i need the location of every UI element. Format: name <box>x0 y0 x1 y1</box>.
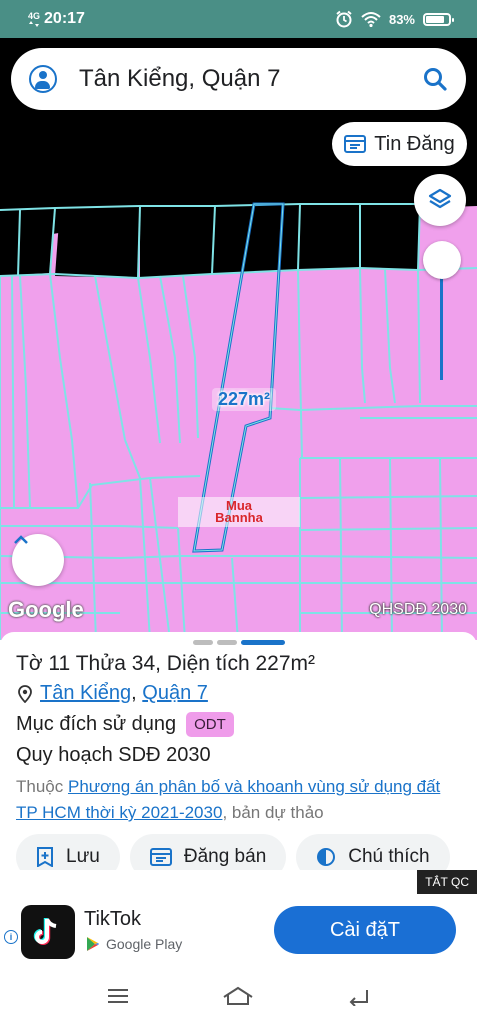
parcel-info-sheet[interactable]: Tờ 11 Thửa 34, Diện tích 227m² Tân Kiểng… <box>0 632 477 894</box>
watermark-line2: Bannha <box>215 510 263 525</box>
tin-dang-button[interactable]: Tin Đăng <box>332 122 467 166</box>
listing-icon <box>344 135 367 153</box>
close-ad-button[interactable]: TẮT QC <box>417 870 477 894</box>
purpose-row: Mục đích sử dụng ODT <box>16 712 234 737</box>
system-nav-bar <box>0 968 477 1024</box>
map-layer-label: QHSDĐ 2030 <box>369 601 467 618</box>
listing-icon <box>149 848 172 866</box>
ward-link[interactable]: Tân Kiểng <box>40 682 131 704</box>
back-icon[interactable] <box>347 986 371 1006</box>
install-button[interactable]: Cài đặT <box>274 906 456 954</box>
signal-arrows-icon <box>29 20 39 27</box>
land-use-badge: ODT <box>186 712 234 737</box>
status-bar: 4G 20:17 83% <box>0 0 477 38</box>
menu-icon[interactable] <box>106 987 130 1005</box>
google-play-icon <box>87 937 99 951</box>
ad-store: Google Play <box>86 936 182 952</box>
plan-source-suffix: , bản dự thảo <box>222 803 324 822</box>
parcel-area-label: 227m² <box>212 388 277 411</box>
account-icon[interactable] <box>29 65 57 93</box>
tiktok-logo <box>21 905 75 959</box>
battery-percent: 83% <box>388 11 415 27</box>
save-label: Lưu <box>66 846 100 867</box>
search-query[interactable]: Tân Kiểng, Quận 7 <box>79 65 422 93</box>
plan-title: Quy hoạch SDĐ 2030 <box>16 744 211 766</box>
parcel-title: Tờ 11 Thửa 34, Diện tích 227m² <box>16 652 316 675</box>
ad-info-icon[interactable]: i <box>4 930 18 944</box>
clock: 20:17 <box>44 10 85 27</box>
ad-banner[interactable]: TẮT QC i TikTok Google Play Cài đặT <box>0 870 477 968</box>
location-row: Tân Kiểng, Quận 7 <box>18 682 208 705</box>
post-listing-label: Đăng bán <box>183 846 267 867</box>
network-indicator: 4G <box>28 10 41 27</box>
chevron-up-icon <box>14 535 28 544</box>
ad-app-name: TikTok <box>84 908 142 930</box>
network-label: 4G <box>28 10 41 21</box>
location-pin-icon <box>18 684 32 703</box>
expand-up-button[interactable] <box>12 534 64 586</box>
alarm-icon <box>336 10 352 28</box>
watermark-logo: Mua Bannha <box>178 497 300 527</box>
contrast-icon <box>317 848 336 866</box>
district-link[interactable]: Quận 7 <box>142 682 208 704</box>
layers-icon <box>428 188 452 209</box>
location-separator: , <box>131 682 137 704</box>
battery-icon <box>423 12 454 26</box>
search-icon[interactable] <box>422 66 448 92</box>
home-icon[interactable] <box>222 985 254 1007</box>
wifi-icon <box>361 12 381 27</box>
plan-source: Thuộc Phương án phân bố và khoanh vùng s… <box>16 774 466 826</box>
bookmark-plus-icon <box>37 847 53 867</box>
legend-label: Chú thích <box>348 846 430 867</box>
purpose-label: Mục đích sử dụng <box>16 713 177 735</box>
opacity-slider-thumb[interactable] <box>423 241 461 279</box>
tiktok-icon <box>33 918 57 945</box>
google-logo: Google <box>8 597 84 622</box>
search-bar[interactable]: Tân Kiểng, Quận 7 <box>11 48 466 110</box>
ad-store-label: Google Play <box>106 936 183 952</box>
sheet-handle[interactable] <box>193 640 285 645</box>
layers-button[interactable] <box>414 174 466 226</box>
tin-dang-label: Tin Đăng <box>374 132 455 155</box>
plan-source-prefix: Thuộc <box>16 777 64 796</box>
